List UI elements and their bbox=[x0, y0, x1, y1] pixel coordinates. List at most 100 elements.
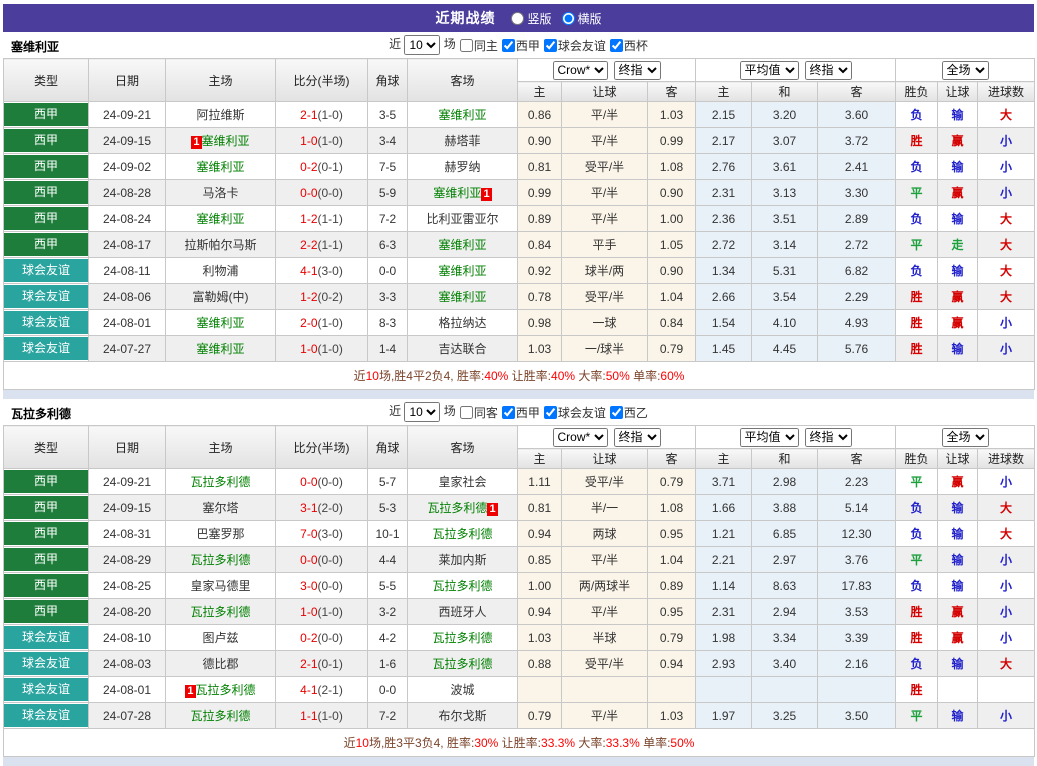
average-select[interactable]: 平均值 bbox=[740, 61, 799, 80]
league-filter-option-3[interactable]: 西乙 bbox=[606, 404, 648, 421]
halftime-score: (0-2) bbox=[318, 290, 343, 304]
match-type-cell: 西甲 bbox=[4, 599, 89, 625]
odds2-value-2: 3.88 bbox=[752, 495, 818, 521]
average-select[interactable]: 平均值 bbox=[740, 428, 799, 447]
score-cell: 2-1(0-1) bbox=[276, 651, 368, 677]
league-checkbox-3[interactable] bbox=[610, 406, 623, 419]
horizontal-layout-radio[interactable] bbox=[562, 12, 575, 25]
corner-count: 5-9 bbox=[368, 180, 408, 206]
odds2-value-2: 8.63 bbox=[752, 573, 818, 599]
final-odds-select-1[interactable]: 终指 bbox=[614, 61, 661, 80]
result-cell-1: 胜 bbox=[896, 677, 938, 703]
league-checkbox-2[interactable] bbox=[544, 406, 557, 419]
home-team-name: 阿拉维斯 bbox=[196, 108, 244, 122]
vertical-layout-radio[interactable] bbox=[511, 12, 524, 25]
league-checkbox-1[interactable] bbox=[502, 406, 515, 419]
away-team-name: 瓦拉多利德1 bbox=[427, 501, 497, 515]
result-value: 大 bbox=[1000, 264, 1012, 278]
result-cell-3: 大 bbox=[978, 284, 1035, 310]
league-checkbox-3[interactable] bbox=[610, 39, 623, 52]
league-filter-option-3[interactable]: 西杯 bbox=[606, 37, 648, 54]
league-filter-option-2[interactable]: 球会友谊 bbox=[540, 37, 606, 54]
match-date: 24-09-21 bbox=[89, 469, 166, 495]
same-venue-checkbox[interactable] bbox=[460, 406, 473, 419]
odds-group1-header: Crow* 终指 bbox=[518, 426, 696, 449]
summary-segment: 40% bbox=[551, 369, 575, 383]
section-header: 瓦拉多利德近 10 场同客西甲球会友谊西乙 bbox=[3, 399, 1034, 425]
bookmaker-select[interactable]: Crow* bbox=[553, 61, 608, 80]
table-row: 西甲24-09-15塞尔塔3-1(2-0)5-3瓦拉多利德10.81半/一1.0… bbox=[4, 495, 1035, 521]
result-value: 胜 bbox=[911, 134, 923, 148]
league-checkbox-1[interactable] bbox=[502, 39, 515, 52]
score-cell: 7-0(3-0) bbox=[276, 521, 368, 547]
same-venue-checkbox[interactable] bbox=[460, 39, 473, 52]
full-match-select[interactable]: 全场 bbox=[942, 428, 989, 447]
result-value: 小 bbox=[1000, 579, 1012, 593]
odds1-value-2: 两/两球半 bbox=[562, 573, 648, 599]
odds2-value-1: 1.34 bbox=[696, 258, 752, 284]
score-cell: 1-0(1-0) bbox=[276, 128, 368, 154]
odds1-value-2 bbox=[562, 677, 648, 703]
column-header-home: 主场 bbox=[166, 59, 276, 102]
final-odds-select-2[interactable]: 终指 bbox=[805, 428, 852, 447]
same-venue-option[interactable]: 同客 bbox=[456, 404, 498, 421]
odds2-value-3: 3.39 bbox=[818, 625, 896, 651]
match-type-badge: 球会友谊 bbox=[4, 311, 88, 334]
odds1-value-1: 0.89 bbox=[518, 206, 562, 232]
near-label: 近 bbox=[389, 37, 404, 51]
result-subheader-1: 胜负 bbox=[896, 82, 938, 102]
odds1-value-1: 0.99 bbox=[518, 180, 562, 206]
fulltime-score: 1-0 bbox=[300, 134, 317, 148]
home-team-name: 塞尔塔 bbox=[202, 501, 238, 515]
home-team-cell: 塞维利亚 bbox=[166, 154, 276, 180]
score-cell: 3-0(0-0) bbox=[276, 573, 368, 599]
result-value: 走 bbox=[952, 238, 964, 252]
topbar: 近期战绩 竖版 横版 bbox=[3, 4, 1034, 32]
layout-option-horizontal[interactable]: 横版 bbox=[562, 10, 602, 27]
match-type-badge: 球会友谊 bbox=[4, 704, 88, 727]
final-odds-select-1[interactable]: 终指 bbox=[614, 428, 661, 447]
match-date: 24-08-25 bbox=[89, 573, 166, 599]
same-venue-option[interactable]: 同主 bbox=[456, 37, 498, 54]
fulltime-score: 0-0 bbox=[300, 553, 317, 567]
result-cell-1: 平 bbox=[896, 547, 938, 573]
result-cell-2: 输 bbox=[938, 206, 978, 232]
score-cell: 1-1(1-0) bbox=[276, 703, 368, 729]
result-value: 大 bbox=[1000, 212, 1012, 226]
result-subheader-1: 胜负 bbox=[896, 449, 938, 469]
match-type-cell: 球会友谊 bbox=[4, 284, 89, 310]
home-team-name: 皇家马德里 bbox=[190, 579, 250, 593]
result-value: 赢 bbox=[952, 631, 964, 645]
league-filter-option-1[interactable]: 西甲 bbox=[498, 37, 540, 54]
result-value: 平 bbox=[911, 709, 923, 723]
home-team-cell: 塞尔塔 bbox=[166, 495, 276, 521]
odds2-subheader-1: 主 bbox=[696, 82, 752, 102]
match-type-cell: 西甲 bbox=[4, 206, 89, 232]
result-value: 小 bbox=[1000, 186, 1012, 200]
match-count-select[interactable]: 10 bbox=[404, 35, 440, 55]
summary-segment: 50% bbox=[670, 736, 694, 750]
away-team-cell: 莱加内斯 bbox=[408, 547, 518, 573]
result-value: 输 bbox=[952, 264, 964, 278]
fulltime-score: 2-1 bbox=[300, 657, 317, 671]
result-cell-2: 输 bbox=[938, 336, 978, 362]
home-team-name: 图卢兹 bbox=[202, 631, 238, 645]
match-count-select[interactable]: 10 bbox=[404, 402, 440, 422]
full-match-select[interactable]: 全场 bbox=[942, 61, 989, 80]
summary-segment: 10 bbox=[356, 736, 369, 750]
league-checkbox-2[interactable] bbox=[544, 39, 557, 52]
summary-segment: 让胜率: bbox=[508, 369, 551, 383]
league-filter-option-1[interactable]: 西甲 bbox=[498, 404, 540, 421]
home-team-name: 塞维利亚 bbox=[196, 342, 244, 356]
halftime-score: (0-1) bbox=[318, 160, 343, 174]
result-cell-3: 小 bbox=[978, 336, 1035, 362]
final-odds-select-2[interactable]: 终指 bbox=[805, 61, 852, 80]
result-cell-1: 负 bbox=[896, 258, 938, 284]
away-team-cell: 皇家社会 bbox=[408, 469, 518, 495]
home-team-name: 富勒姆(中) bbox=[193, 290, 249, 304]
odds2-value-1: 1.98 bbox=[696, 625, 752, 651]
match-type-badge: 球会友谊 bbox=[4, 678, 88, 701]
layout-option-vertical[interactable]: 竖版 bbox=[511, 10, 551, 27]
bookmaker-select[interactable]: Crow* bbox=[553, 428, 608, 447]
league-filter-option-2[interactable]: 球会友谊 bbox=[540, 404, 606, 421]
